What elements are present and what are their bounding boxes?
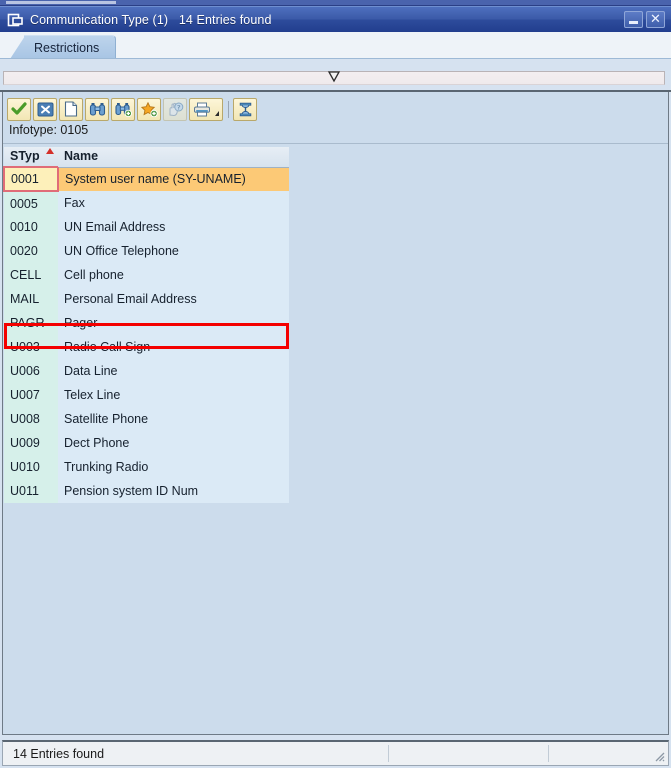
status-message: 14 Entries found [13, 746, 105, 761]
cell-name[interactable]: Personal Email Address [58, 287, 289, 311]
binoculars-icon [89, 102, 106, 117]
cell-styp[interactable]: CELL [4, 263, 58, 287]
results-header-row: STyp Name [4, 147, 289, 168]
cell-name[interactable]: Dect Phone [58, 431, 289, 455]
cell-styp[interactable]: MAIL [4, 287, 58, 311]
table-row[interactable]: MAIL Personal Email Address [4, 287, 289, 311]
minimize-button[interactable] [624, 11, 643, 28]
close-icon: ✕ [650, 12, 661, 27]
cell-name[interactable]: Telex Line [58, 383, 289, 407]
hand-help-icon: ? [167, 102, 184, 117]
cell-name[interactable]: Trunking Radio [58, 455, 289, 479]
infotype-divider [3, 143, 668, 144]
cell-styp[interactable]: U003 [4, 335, 58, 359]
minimize-icon [629, 21, 638, 24]
cancel-button[interactable] [33, 97, 57, 121]
blank-page-icon [64, 101, 78, 117]
cancel-x-icon [37, 102, 54, 117]
cell-name[interactable]: UN Email Address [58, 215, 289, 239]
status-bar: 14 Entries found [2, 740, 669, 766]
new-selection-button[interactable] [59, 97, 83, 121]
printer-icon [193, 102, 212, 117]
svg-text:?: ? [176, 103, 180, 111]
dialog-toolbar: ? [7, 97, 259, 121]
cell-styp[interactable]: U011 [4, 479, 58, 503]
cell-styp[interactable]: PAGR [4, 311, 58, 335]
table-row[interactable]: U003 Radio Call Sign [4, 335, 289, 359]
cell-styp[interactable]: U007 [4, 383, 58, 407]
table-row[interactable]: U010 Trunking Radio [4, 455, 289, 479]
cell-name[interactable]: Pension system ID Num [58, 479, 289, 503]
table-row[interactable]: PAGR Pager [4, 311, 289, 335]
column-header-styp[interactable]: STyp [4, 147, 58, 168]
personal-list-icon [238, 102, 253, 117]
resize-grip-icon[interactable] [651, 748, 665, 762]
cell-name[interactable]: System user name (SY-UNAME) [58, 167, 289, 191]
table-row[interactable]: U006 Data Line [4, 359, 289, 383]
table-row[interactable]: U009 Dect Phone [4, 431, 289, 455]
tab-restrictions[interactable]: Restrictions [24, 35, 117, 59]
dialog-content-panel: ? Infotype: 0105 STyp Name 0001 System u… [2, 92, 669, 735]
cell-styp[interactable]: U010 [4, 455, 58, 479]
popup-window-icon [7, 12, 25, 28]
window-controls: ✕ [624, 11, 665, 28]
personal-values-button[interactable] [233, 97, 257, 121]
cell-styp[interactable]: 0001 [3, 166, 59, 192]
window-titlebar: Communication Type (1) 14 Entries found … [0, 6, 671, 32]
cell-styp[interactable]: 0020 [4, 239, 58, 263]
column-header-styp-label: STyp [10, 149, 40, 163]
cell-name[interactable]: Fax [58, 191, 289, 215]
copy-button[interactable] [7, 97, 31, 121]
table-row[interactable]: CELL Cell phone [4, 263, 289, 287]
status-separator-2 [548, 745, 549, 762]
cell-name[interactable]: Cell phone [58, 263, 289, 287]
cell-styp[interactable]: U009 [4, 431, 58, 455]
results-table: STyp Name 0001 System user name (SY-UNAME… [3, 147, 289, 503]
close-button[interactable]: ✕ [646, 11, 665, 28]
table-row[interactable]: U008 Satellite Phone [4, 407, 289, 431]
table-row[interactable]: 0020 UN Office Telephone [4, 239, 289, 263]
tab-strip: Restrictions [0, 32, 671, 59]
print-button[interactable] [189, 97, 223, 121]
find-next-button[interactable] [111, 97, 135, 121]
insert-favorite-button[interactable] [137, 97, 161, 121]
tab-underline [0, 58, 671, 59]
cell-styp[interactable]: U006 [4, 359, 58, 383]
cell-styp[interactable]: U008 [4, 407, 58, 431]
parent-window-titlebar-hint [6, 1, 116, 4]
cell-styp[interactable]: 0010 [4, 215, 58, 239]
print-dropdown-arrow-icon[interactable] [215, 110, 219, 116]
cell-name[interactable]: Data Line [58, 359, 289, 383]
cell-name[interactable]: UN Office Telephone [58, 239, 289, 263]
toolbar-separator [228, 100, 229, 118]
status-separator-1 [388, 745, 389, 762]
cell-styp[interactable]: 0005 [4, 191, 58, 215]
infotype-label: Infotype: 0105 [9, 123, 89, 137]
table-row[interactable]: U007 Telex Line [4, 383, 289, 407]
results-table-head: STyp Name [4, 147, 289, 168]
results-table-body: 0001 System user name (SY-UNAME) 0005 Fax 00… [3, 166, 289, 503]
sort-ascending-icon [46, 148, 54, 154]
check-green-icon [11, 102, 27, 116]
table-row[interactable]: 0010 UN Email Address [4, 215, 289, 239]
table-row[interactable]: 0005 Fax [4, 191, 289, 215]
help-button[interactable]: ? [163, 97, 187, 121]
table-row[interactable]: U011 Pension system ID Num [4, 479, 289, 503]
find-button[interactable] [85, 97, 109, 121]
tab-restrictions-label: Restrictions [34, 40, 100, 55]
table-row[interactable]: 0001 System user name (SY-UNAME) [3, 166, 289, 192]
star-plus-icon [140, 101, 158, 117]
cell-name[interactable]: Pager [58, 311, 289, 335]
column-header-name[interactable]: Name [58, 147, 289, 168]
binoculars-plus-icon [114, 102, 132, 117]
sap-value-help-dialog: Communication Type (1) 14 Entries found … [0, 0, 671, 768]
cell-name[interactable]: Satellite Phone [58, 407, 289, 431]
cell-name[interactable]: Radio Call Sign [58, 335, 289, 359]
column-header-name-label: Name [64, 149, 99, 164]
chevron-down-icon[interactable] [327, 71, 341, 83]
window-title: Communication Type (1) 14 Entries found [30, 12, 272, 27]
